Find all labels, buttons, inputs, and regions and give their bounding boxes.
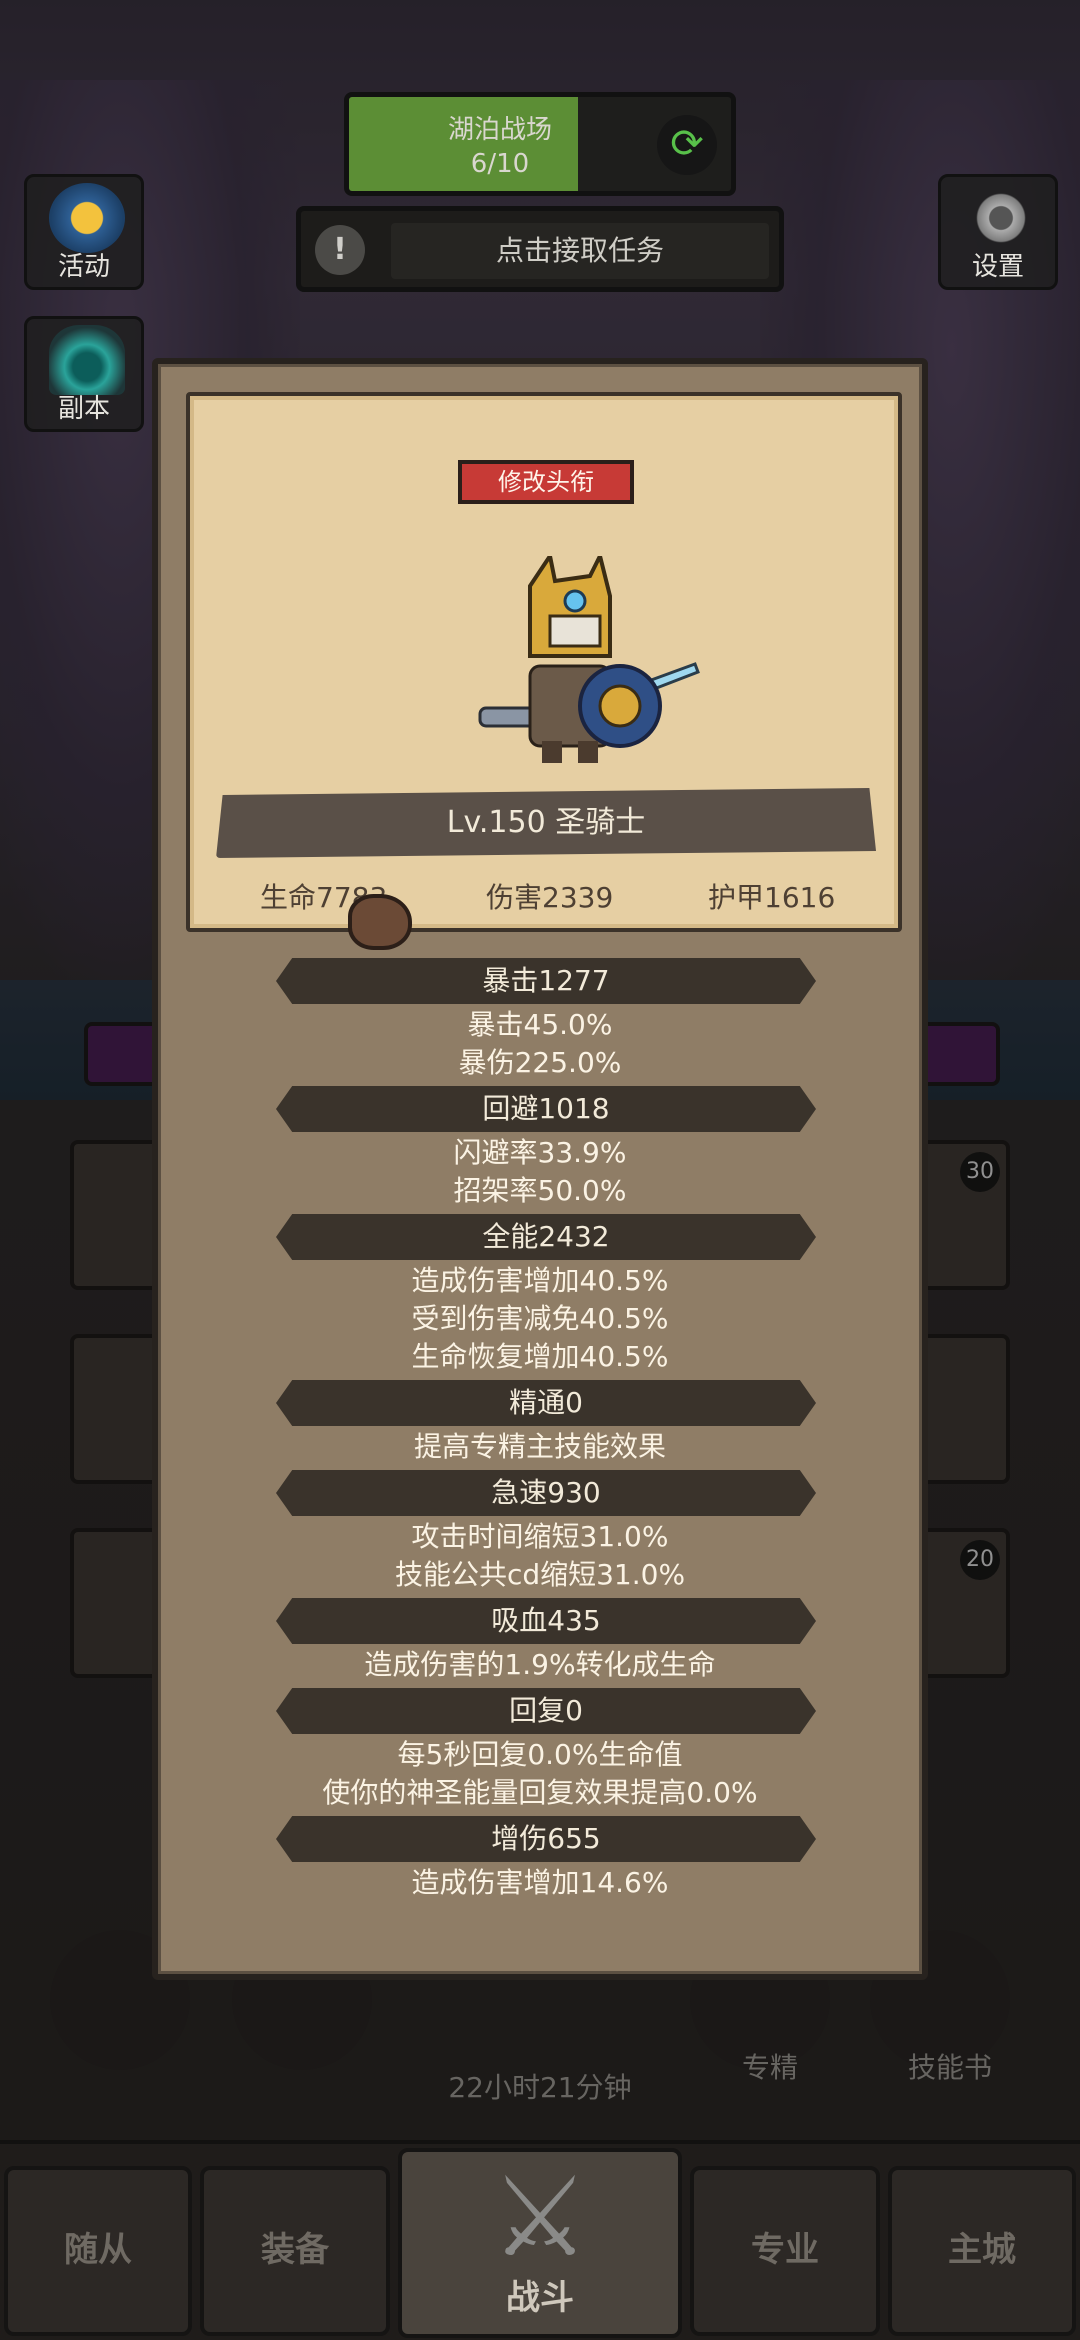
activity-button[interactable]: 活动 [24, 174, 144, 290]
stat-line: 使你的神圣能量回复效果提高0.0% [322, 1776, 758, 1809]
stat-line: 造成伤害增加40.5% [411, 1264, 669, 1297]
stat-header-damage-increase: 增伤655 [276, 1816, 816, 1862]
stat-header-versatility: 全能2432 [276, 1214, 816, 1260]
star-icon [49, 183, 125, 253]
stat-line: 每5秒回复0.0%生命值 [397, 1738, 683, 1771]
stat-line: 技能公共cd缩短31.0% [394, 1558, 686, 1591]
crossed-swords-icon: ⚔ [490, 2153, 590, 2281]
settings-label: 设置 [971, 252, 1024, 282]
gear-icon [963, 183, 1039, 253]
character-stats-modal: 修改头衔 Lv.150 圣骑士 生命7783 伤害2339 护甲1616 暴击1… [152, 358, 928, 1980]
damage-stat: 伤害2339 [486, 881, 614, 914]
refresh-icon[interactable]: ⟳ [657, 115, 717, 175]
stat-header-regen: 回复0 [276, 1688, 816, 1734]
stat-header-evasion: 回避1018 [276, 1086, 816, 1132]
battlefield-progress[interactable]: 湖泊战场 6/10 ⟳ [344, 92, 736, 196]
stat-line: 受到伤害减免40.5% [411, 1302, 669, 1335]
dungeon-label: 副本 [57, 394, 110, 424]
hero-name-level: Lv.150 圣骑士 [216, 788, 876, 858]
armor-stat: 护甲1616 [708, 881, 836, 914]
battlefield-name: 湖泊战场 [447, 115, 552, 145]
stat-line: 暴伤225.0% [458, 1046, 622, 1079]
alert-icon: ! [315, 225, 365, 275]
hero-card: 修改头衔 Lv.150 圣骑士 生命7783 伤害2339 护甲1616 [186, 392, 902, 932]
paladin-hero-sprite [478, 556, 700, 763]
activity-label: 活动 [57, 252, 110, 282]
nav-tab-equipment[interactable]: 装备 [200, 2166, 390, 2336]
nav-tab-battle[interactable]: ⚔ 战斗 [398, 2148, 682, 2338]
stat-header-crit: 暴击1277 [276, 958, 816, 1004]
stat-line: 暴击45.0% [467, 1008, 613, 1041]
stat-line: 生命恢复增加40.5% [411, 1340, 669, 1373]
stat-line: 造成伤害增加14.6% [411, 1866, 669, 1899]
nav-tab-main-city[interactable]: 主城 [888, 2166, 1076, 2336]
battlefield-progress-text: 6/10 [470, 149, 530, 179]
dungeon-button[interactable]: 副本 [24, 316, 144, 432]
task-prompt: 点击接取任务 [391, 223, 769, 279]
stat-header-haste: 急速930 [276, 1470, 816, 1516]
stat-line: 提高专精主技能效果 [413, 1430, 666, 1463]
task-bar[interactable]: ! 点击接取任务 [296, 206, 784, 292]
nav-tab-profession[interactable]: 专业 [690, 2166, 880, 2336]
nav-tab-battle-label: 战斗 [506, 2278, 574, 2318]
edit-title-button[interactable]: 修改头衔 [458, 460, 634, 504]
stat-header-mastery: 精通0 [276, 1380, 816, 1426]
stat-header-lifesteal: 吸血435 [276, 1598, 816, 1644]
stat-line: 造成伤害的1.9%转化成生命 [364, 1648, 716, 1681]
settings-button[interactable]: 设置 [938, 174, 1058, 290]
nav-tab-followers[interactable]: 随从 [4, 2166, 192, 2336]
bottom-nav: 随从 装备 ⚔ 战斗 专业 主城 [0, 2140, 1080, 2340]
stat-line: 闪避率33.9% [453, 1136, 627, 1169]
rock-icon [348, 894, 412, 950]
hero-core-stats: 生命7783 伤害2339 护甲1616 [190, 876, 898, 916]
game-screen: { "hud": { "battlefield_name": "湖泊战场", "… [0, 0, 1080, 2340]
stat-line: 招架率50.0% [453, 1174, 627, 1207]
stat-line: 攻击时间缩短31.0% [411, 1520, 669, 1553]
portal-icon [49, 325, 125, 395]
